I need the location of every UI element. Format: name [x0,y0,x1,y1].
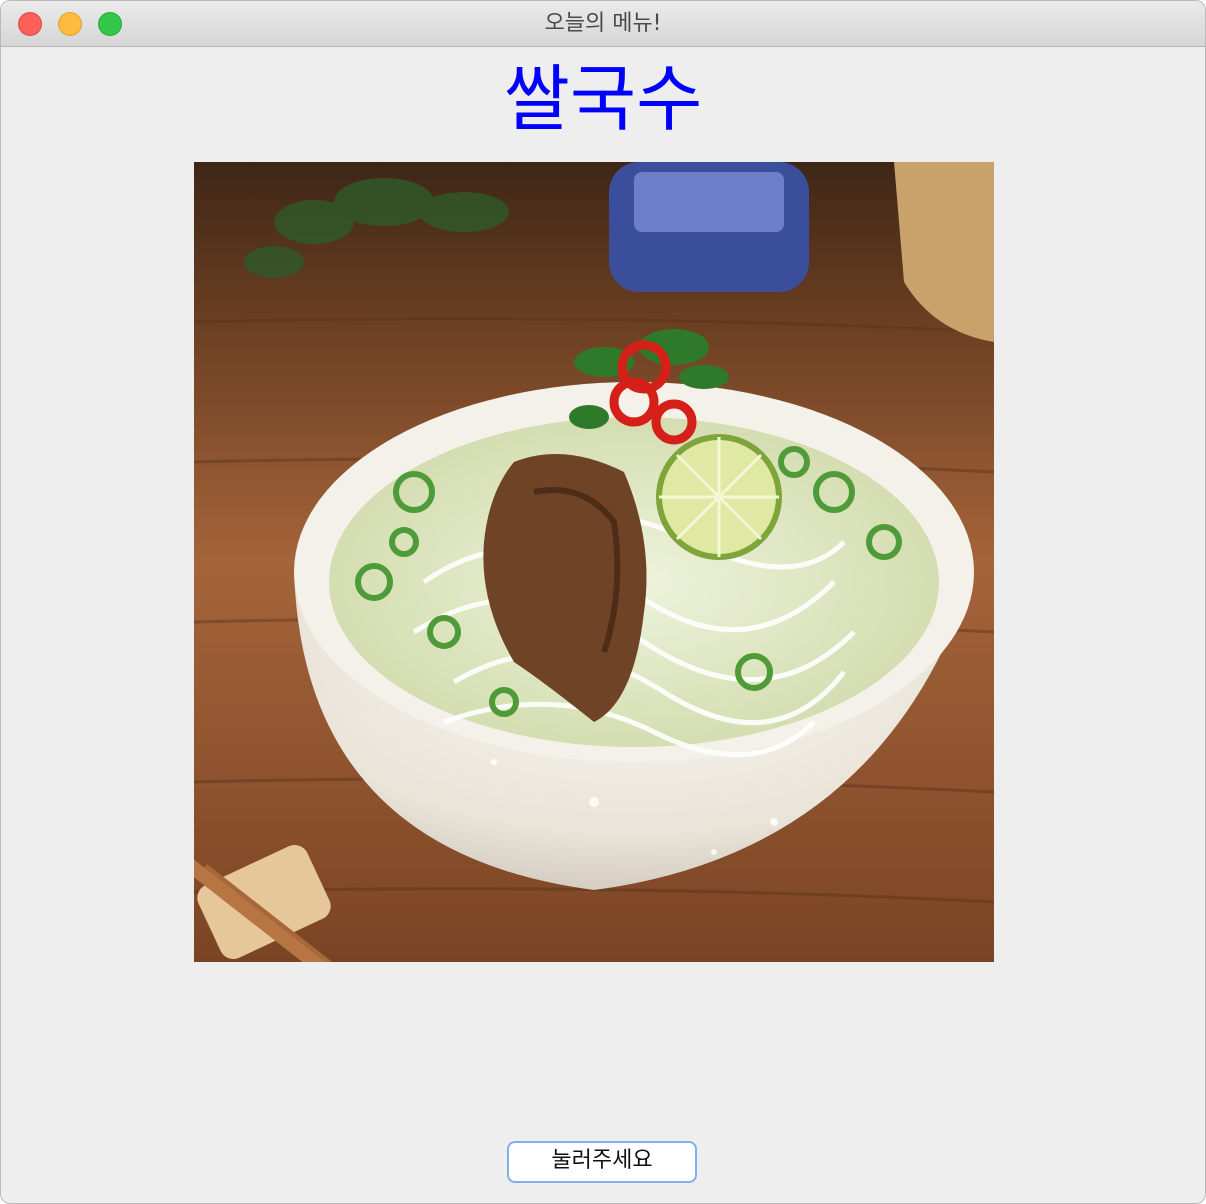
menu-photo [194,162,994,962]
press-button[interactable]: 눌러주세요 [507,1141,697,1183]
menu-title: 쌀국수 [503,57,703,141]
app-window: 오늘의 메뉴! 쌀국수 눌러주세요 [0,0,1206,1204]
window-title: 오늘의 메뉴! [544,11,662,36]
title-bar[interactable]: 오늘의 메뉴! [1,1,1205,47]
noodle-soup-illustration [194,162,994,962]
